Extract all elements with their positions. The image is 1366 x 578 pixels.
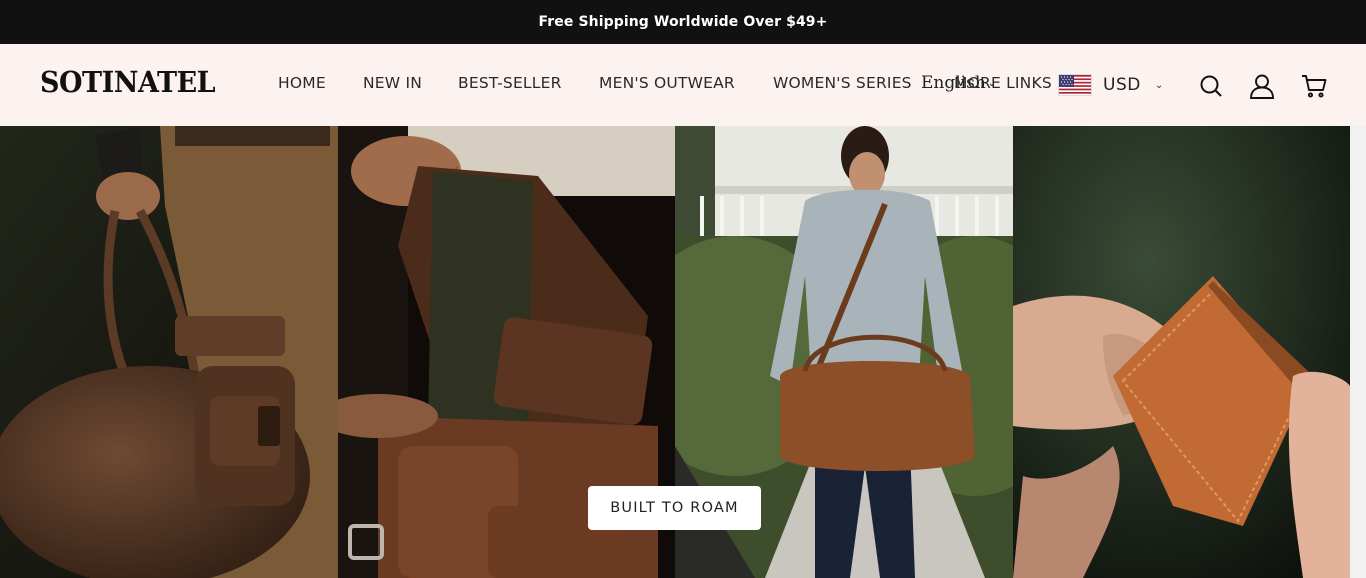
announcement-text: Free Shipping Worldwide Over $49+ bbox=[538, 14, 828, 30]
hero-image-wallet[interactable] bbox=[1013, 126, 1350, 578]
cart-icon bbox=[1302, 75, 1327, 98]
page-scrollbar[interactable] bbox=[1350, 126, 1366, 578]
cart-button[interactable] bbox=[1300, 72, 1328, 100]
us-flag-icon bbox=[1058, 74, 1092, 96]
chevron-down-icon: ⌄ bbox=[1154, 79, 1164, 91]
account-button[interactable] bbox=[1248, 72, 1276, 100]
nav-item-best-seller[interactable]: BEST-SELLER bbox=[458, 74, 562, 92]
site-logo[interactable]: SOTINATEL bbox=[40, 65, 216, 99]
built-to-roam-button[interactable]: BUILT TO ROAM bbox=[588, 486, 761, 530]
hero-banner: BUILT TO ROAM bbox=[0, 126, 1366, 578]
hero-image-duffel[interactable] bbox=[0, 126, 338, 578]
nav-item-mens-outwear[interactable]: MEN'S OUTWEAR bbox=[599, 74, 735, 92]
nav-item-womens-series[interactable]: WOMEN'S SERIES bbox=[773, 74, 912, 92]
search-button[interactable] bbox=[1197, 72, 1225, 100]
currency-selector[interactable]: USD ⌄ bbox=[1058, 73, 1163, 97]
site-header: SOTINATEL HOME NEW IN BEST-SELLER MEN'S … bbox=[0, 44, 1366, 126]
language-label: English bbox=[921, 73, 986, 93]
nav-item-home[interactable]: HOME bbox=[278, 74, 326, 92]
account-icon bbox=[1250, 74, 1274, 99]
search-icon bbox=[1200, 75, 1222, 97]
currency-code: USD bbox=[1103, 75, 1141, 95]
nav-item-new-in[interactable]: NEW IN bbox=[363, 74, 422, 92]
chevron-down-icon: ⌄ bbox=[987, 78, 997, 89]
announcement-bar: Free Shipping Worldwide Over $49+ bbox=[0, 0, 1366, 44]
language-selector[interactable]: English ⌄ bbox=[921, 73, 996, 93]
